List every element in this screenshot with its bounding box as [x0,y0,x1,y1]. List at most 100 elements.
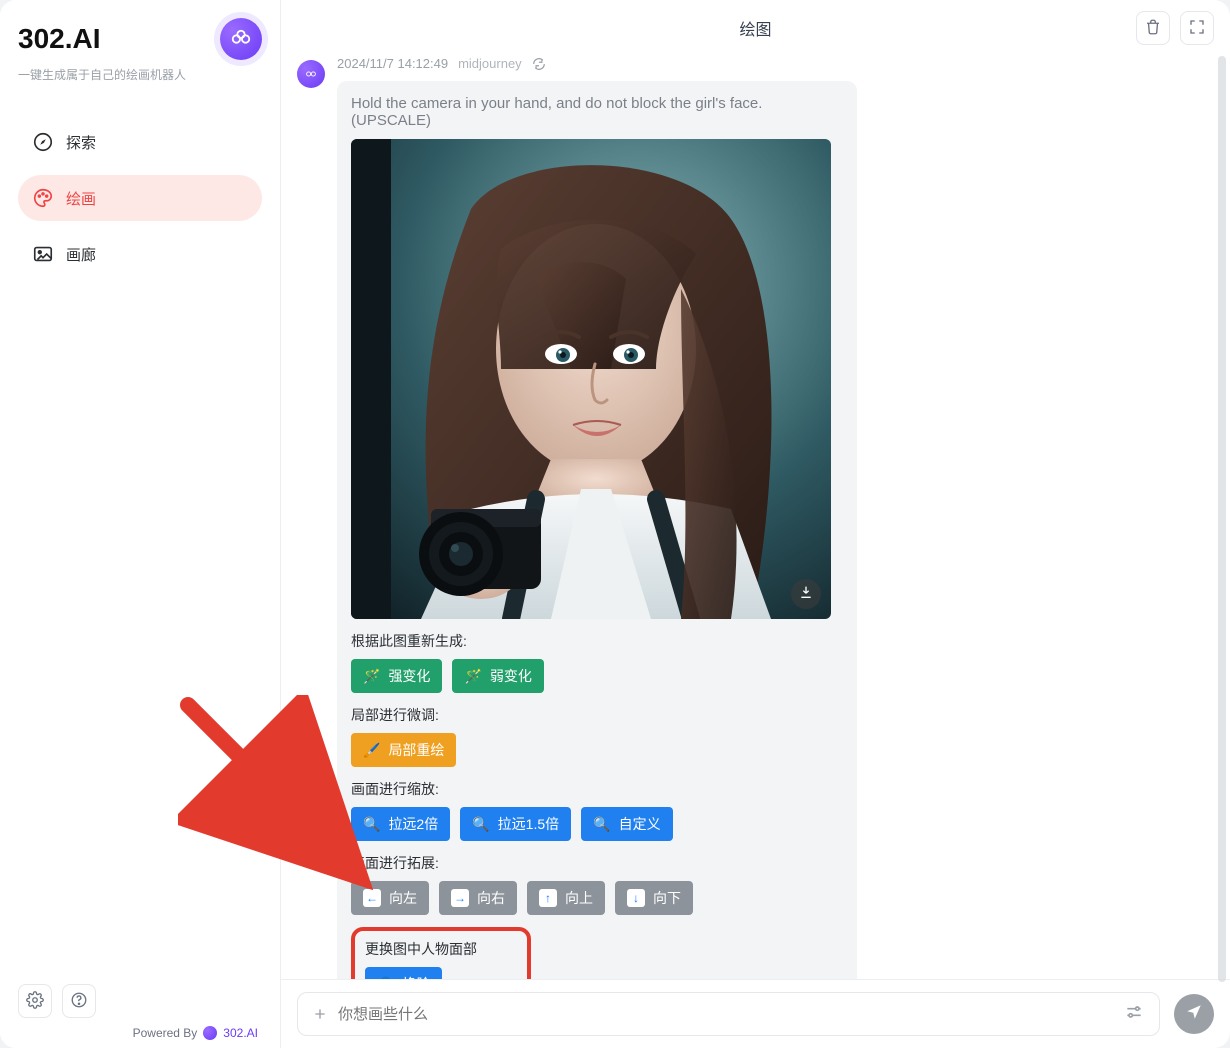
expand-right-label: 向右 [477,888,505,908]
nav-gallery[interactable]: 画廊 [18,231,262,277]
expand-down-label: 向下 [653,888,681,908]
wand-icon: 🪄 [464,669,481,683]
download-button[interactable] [791,579,821,609]
zoom-custom-button[interactable]: 🔍 自定义 [581,807,672,841]
expand-up-label: 向上 [565,888,593,908]
face-swap-label: 更换图中人物面部 [365,939,517,959]
arrow-left-icon: ← [363,889,381,907]
nav-paint[interactable]: 绘画 [18,175,262,221]
sidebar: 302.AI 一键生成属于自己的绘画机器人 探索 绘画 [0,0,280,1048]
message-body: 2024/11/7 14:12:49 midjourney Hold the c… [337,56,1214,979]
fullscreen-button[interactable] [1180,11,1214,45]
local-repaint-button[interactable]: 🖌️ 局部重绘 [351,733,456,767]
gear-icon [26,991,44,1012]
sidebar-nav: 探索 绘画 画廊 [18,119,262,277]
sliders-icon [1124,1002,1144,1027]
expand-icon [1188,18,1206,39]
powered-logo-icon [203,1026,217,1040]
chat-input-bar [280,979,1230,1048]
weak-variation-label: 弱变化 [490,666,532,686]
zoom-1-5x-button[interactable]: 🔍 拉远1.5倍 [460,807,571,841]
trash-icon [1144,18,1162,39]
page-title: 绘图 [739,16,771,40]
strong-variation-button[interactable]: 🪄 强变化 [351,659,442,693]
palette-icon [32,187,54,209]
zoom-custom-label: 自定义 [619,814,661,834]
face-swap-highlight: 更换图中人物面部 👤换脸 [351,927,531,979]
top-actions [1136,11,1214,45]
expand-up-button[interactable]: ↑ 向上 [527,881,605,915]
brush-icon: 🖌️ [363,743,380,757]
nav-explore[interactable]: 探索 [18,119,262,165]
regenerate-label: 根据此图重新生成: [351,631,843,651]
zoom-2x-label: 拉远2倍 [388,814,438,834]
arrow-right-icon: → [451,889,469,907]
nav-explore-label: 探索 [66,132,96,153]
brand-logo-icon [220,18,262,60]
expand-left-label: 向左 [389,888,417,908]
app-root: 302.AI 一键生成属于自己的绘画机器人 探索 绘画 [0,0,1230,1048]
powered-brand[interactable]: 302.AI [223,1026,258,1040]
message-model: midjourney [458,56,522,71]
main: 绘图 [280,0,1230,1048]
delete-button[interactable] [1136,11,1170,45]
message-card: Hold the camera in your hand, and do not… [337,81,857,979]
powered-by-label: Powered By [133,1026,198,1040]
weak-variation-button[interactable]: 🪄 弱变化 [452,659,543,693]
regenerate-row: 🪄 强变化 🪄 弱变化 [351,659,843,693]
scrollbar[interactable] [1218,56,1226,982]
compass-icon [32,131,54,153]
local-repaint-label: 局部重绘 [388,740,444,760]
brand-texts: 302.AI [18,23,101,55]
local-tune-row: 🖌️ 局部重绘 [351,733,843,767]
bot-avatar-icon [297,60,325,88]
plus-icon[interactable] [312,1006,328,1022]
face-swap-button[interactable]: 👤换脸 [365,967,442,979]
generated-image[interactable] [351,139,831,619]
wand-icon: 🪄 [363,669,380,683]
message: 2024/11/7 14:12:49 midjourney Hold the c… [297,56,1214,979]
arrow-up-icon: ↑ [539,889,557,907]
nav-paint-label: 绘画 [66,188,96,209]
zoom-row: 🔍 拉远2倍 🔍 拉远1.5倍 🔍 自定义 [351,807,843,841]
download-icon [798,584,814,605]
brand-title: 302.AI [18,23,101,55]
arrow-down-icon: ↓ [627,889,645,907]
brand-row: 302.AI [18,18,262,60]
image-icon [32,243,54,265]
zoom-label: 画面进行缩放: [351,779,843,799]
expand-down-button[interactable]: ↓ 向下 [615,881,693,915]
chat-input[interactable] [338,1006,1113,1023]
nav-gallery-label: 画廊 [66,244,96,265]
tune-button[interactable] [1123,1003,1145,1025]
zoom-1-5x-label: 拉远1.5倍 [498,814,559,834]
content-area: 2024/11/7 14:12:49 midjourney Hold the c… [280,56,1230,979]
settings-button[interactable] [18,984,52,1018]
expand-row: ← 向左 → 向右 ↑ 向上 ↓ 向下 [351,881,843,915]
help-button[interactable] [62,984,96,1018]
topbar: 绘图 [280,0,1230,56]
brand-subtitle: 一键生成属于自己的绘画机器人 [18,66,262,83]
footer-icons [18,984,262,1018]
question-icon [70,991,88,1012]
local-tune-label: 局部进行微调: [351,705,843,725]
expand-right-button[interactable]: → 向右 [439,881,517,915]
chat-input-box [297,992,1160,1036]
magnifier-icon: 🔍 [593,817,610,831]
zoom-2x-button[interactable]: 🔍 拉远2倍 [351,807,450,841]
expand-left-button[interactable]: ← 向左 [351,881,429,915]
face-swap-row: 👤换脸 [365,967,517,979]
sidebar-footer: Powered By 302.AI [18,984,262,1040]
send-icon [1185,1003,1203,1026]
powered-by: Powered By 302.AI [18,1026,262,1040]
magnifier-icon: 🔍 [472,817,489,831]
strong-variation-label: 强变化 [388,666,430,686]
message-meta: 2024/11/7 14:12:49 midjourney [337,56,1214,71]
generated-image-wrap [351,139,831,619]
send-button[interactable] [1174,994,1214,1034]
expand-label: 画面进行拓展: [351,853,843,873]
prompt-text: Hold the camera in your hand, and do not… [351,95,843,129]
magnifier-icon: 🔍 [363,817,380,831]
refresh-icon[interactable] [532,57,546,71]
message-timestamp: 2024/11/7 14:12:49 [337,56,448,71]
